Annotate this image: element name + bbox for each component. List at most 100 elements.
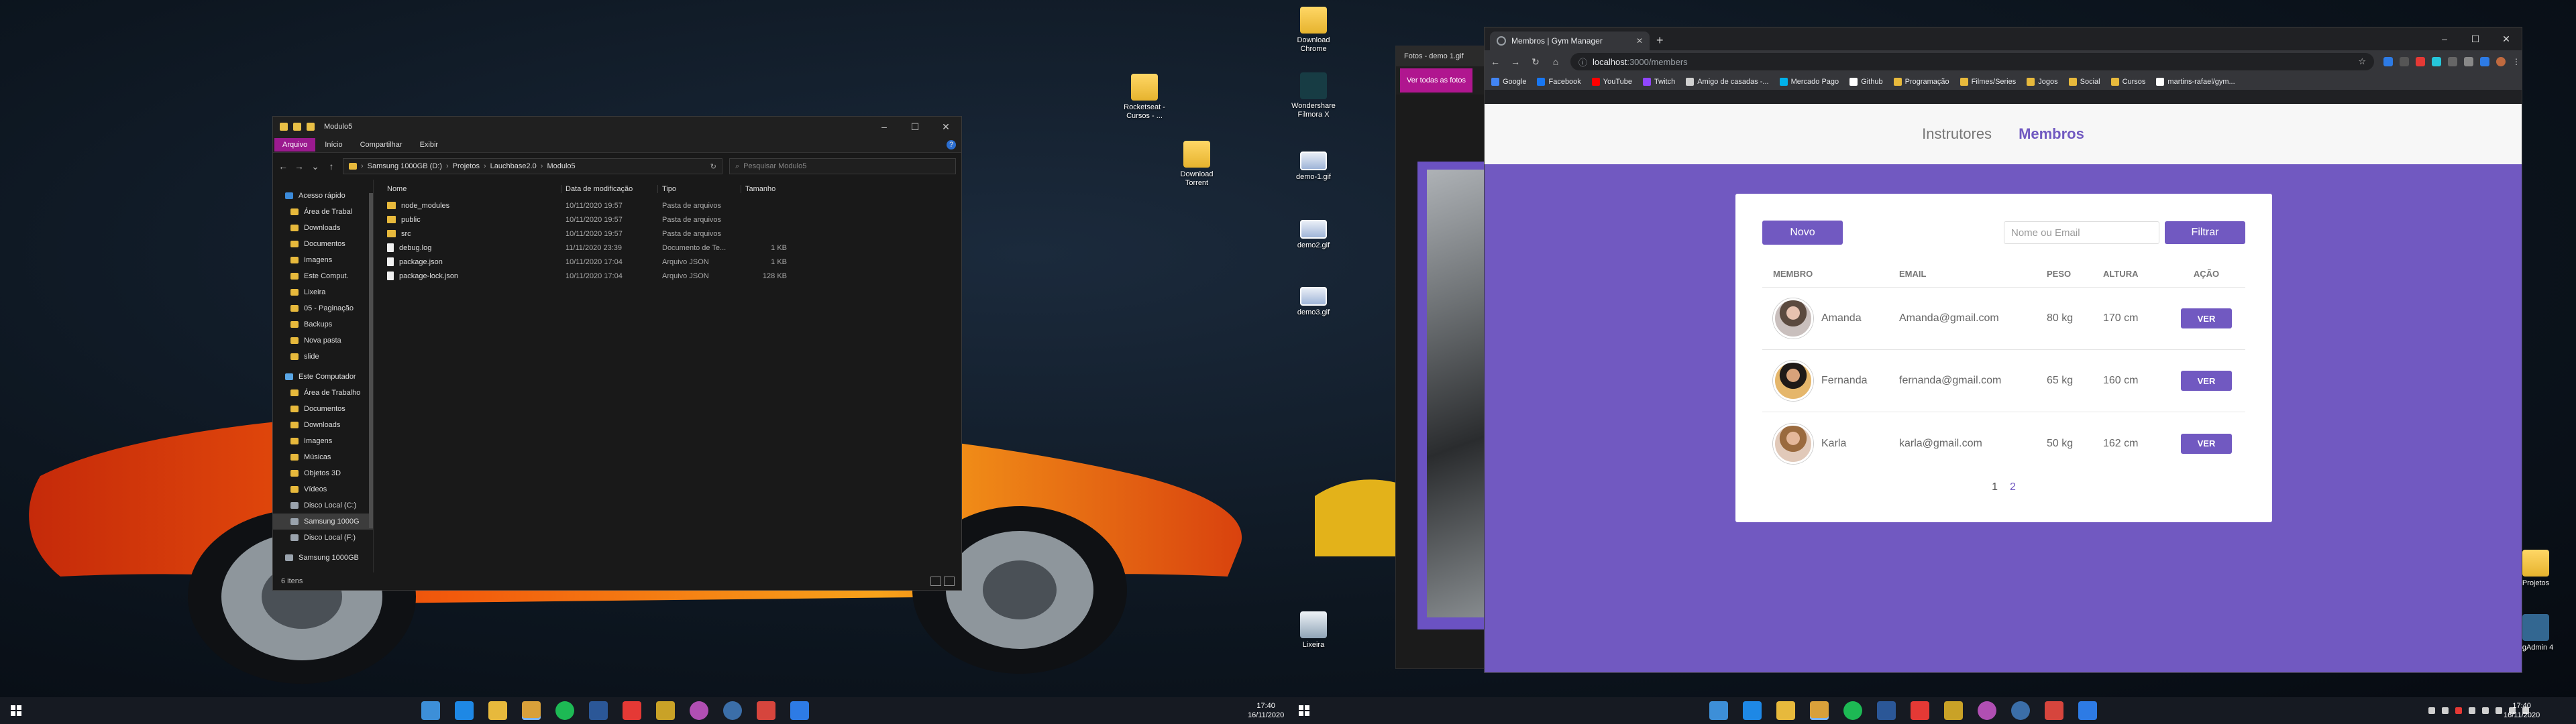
file-explorer-icon[interactable] [1776,701,1795,720]
sidebar-item[interactable]: Downloads [273,417,373,433]
avatar[interactable] [2496,57,2506,66]
desktop-icon-demo1[interactable]: demo-1.gif [1283,152,1344,182]
tray-icon[interactable] [2496,707,2502,714]
sidebar-item[interactable]: Lixeira [273,284,373,300]
sidebar-item[interactable]: Backups [273,316,373,333]
thumbnails-view-icon[interactable] [944,577,955,586]
start-button[interactable] [0,697,32,724]
sidebar-item[interactable]: Acesso rápido [273,188,373,204]
sidebar-item[interactable]: Este Comput. [273,268,373,284]
star-icon[interactable]: ☆ [2358,56,2366,67]
tab-compartilhar[interactable]: Compartilhar [352,138,411,152]
back-arrow-icon[interactable]: ← [278,161,288,172]
bookmark[interactable]: YouTube [1591,77,1632,86]
sidebar-item[interactable]: Área de Trabal [273,204,373,220]
chrome-icon[interactable] [522,701,541,720]
file-explorer-icon[interactable] [488,701,507,720]
sidebar-item[interactable]: Documentos [273,236,373,252]
close-button[interactable]: ✕ [2491,27,2522,50]
extension-icon[interactable] [2432,57,2441,66]
chrome-icon[interactable] [1810,701,1829,720]
breadcrumb-modulo5[interactable]: Modulo5 [547,162,575,170]
spotify-icon[interactable] [1843,701,1862,720]
view-member-button[interactable]: VER [2181,308,2232,328]
breadcrumb-drive[interactable]: Samsung 1000GB (D:) [368,162,442,170]
extension-icon[interactable] [2448,57,2457,66]
column-size[interactable]: Tamanho [741,185,787,193]
sidebar-item[interactable]: Imagens [273,252,373,268]
address-bar[interactable]: › Samsung 1000GB (D:) › Projetos › Lauch… [343,158,722,174]
taskbar-app-icon[interactable] [1944,701,1963,720]
close-button[interactable]: ✕ [930,117,961,137]
vscode-icon[interactable] [455,701,474,720]
minimize-button[interactable]: – [869,117,900,137]
nav-instructors[interactable]: Instrutores [1922,125,1992,143]
new-tab-button[interactable]: + [1656,34,1664,48]
browser-tab[interactable]: Membros | Gym Manager ✕ [1490,32,1650,50]
tab-inicio[interactable]: Início [317,138,350,152]
bookmark[interactable]: Programação [1893,77,1949,86]
close-tab-icon[interactable]: ✕ [1636,36,1643,46]
file-row[interactable]: package.json 10/11/2020 17:04 Arquivo JSON… [374,255,961,269]
scrollbar[interactable] [367,180,375,572]
sidebar-item[interactable]: Imagens [273,433,373,449]
more-icon[interactable]: ⋮ [2512,57,2520,66]
file-row[interactable]: src 10/11/2020 19:57 Pasta de arquivos [374,227,961,241]
extension-icon[interactable] [2400,57,2409,66]
desktop-icon-recycle-bin[interactable]: Lixeira [1283,611,1344,650]
bookmark[interactable]: Filmes/Series [1960,77,2016,86]
explorer-titlebar[interactable]: Modulo5 – ☐ ✕ [273,117,961,137]
view-member-button[interactable]: VER [2181,371,2232,391]
column-date[interactable]: Data de modificação [561,185,658,193]
extension-icon[interactable] [2416,57,2425,66]
forward-arrow-icon[interactable]: → [1510,56,1521,67]
puzzle-icon[interactable] [2464,57,2473,66]
taskbar-app-icon[interactable] [656,701,675,720]
sidebar-item[interactable]: Objetos 3D [273,465,373,481]
back-arrow-icon[interactable]: ← [1490,56,1501,67]
sidebar-item[interactable]: Nova pasta [273,333,373,349]
bookmark[interactable]: Google [1491,77,1526,86]
vscode-icon[interactable] [1743,701,1762,720]
clock[interactable]: 17:40 16/11/2020 [1248,701,1284,720]
search-input[interactable]: ⌕ Pesquisar Modulo5 [729,158,956,174]
tray-icon[interactable] [2469,707,2475,714]
bookmark[interactable]: Twitch [1643,77,1675,86]
bookmark[interactable]: Jogos [2027,77,2058,86]
sidebar-item[interactable]: Disco Local (F:) [273,530,373,546]
sidebar-item[interactable]: Disco Local (C:) [273,497,373,514]
details-view-icon[interactable] [930,577,941,586]
sidebar-item[interactable]: Downloads [273,220,373,236]
breadcrumb-projetos[interactable]: Projetos [453,162,480,170]
sidebar-item[interactable]: slide [273,349,373,365]
column-name[interactable]: Nome [387,185,561,193]
bookmark[interactable]: Amigo de casadas -... [1686,77,1769,86]
taskbar-app-icon[interactable] [757,701,775,720]
minimize-button[interactable]: – [2429,27,2460,50]
bookmark[interactable]: Mercado Pago [1779,77,1839,86]
see-all-photos-button[interactable]: Ver todas as fotos [1400,68,1473,93]
taskbar-app-icon[interactable] [690,701,708,720]
taskbar-app-icon[interactable] [421,701,440,720]
column-type[interactable]: Tipo [658,185,741,193]
desktop-icon-filmora[interactable]: Wondershare Filmora X [1283,72,1344,119]
github-icon[interactable] [2011,701,2030,720]
sidebar-item[interactable]: Documentos [273,401,373,417]
taskbar-app-icon[interactable] [1978,701,1996,720]
tray-icon[interactable] [2455,707,2462,714]
extension-icon[interactable] [2480,57,2489,66]
maximize-button[interactable]: ☐ [900,117,930,137]
sidebar-item[interactable]: 05 - Paginação [273,300,373,316]
extension-icon[interactable] [2383,57,2393,66]
desktop-icon-demo3[interactable]: demo3.gif [1283,287,1344,317]
sidebar-item[interactable]: Samsung 1000GB [273,550,373,566]
sidebar-item[interactable]: Este Computador [273,369,373,385]
bookmark[interactable]: Facebook [1537,77,1581,86]
home-icon[interactable]: ⌂ [1550,56,1561,67]
address-bar[interactable]: ⓘ localhost :3000/members ☆ [1570,53,2374,70]
desktop-icon-rocketseat[interactable]: Rocketseat - Cursos - ... [1114,74,1175,121]
forward-arrow-icon[interactable]: → [294,161,304,172]
tray-icon[interactable] [2428,707,2435,714]
desktop-icon-download-torrent[interactable]: Download Torrent [1166,141,1228,188]
view-member-button[interactable]: VER [2181,433,2232,454]
